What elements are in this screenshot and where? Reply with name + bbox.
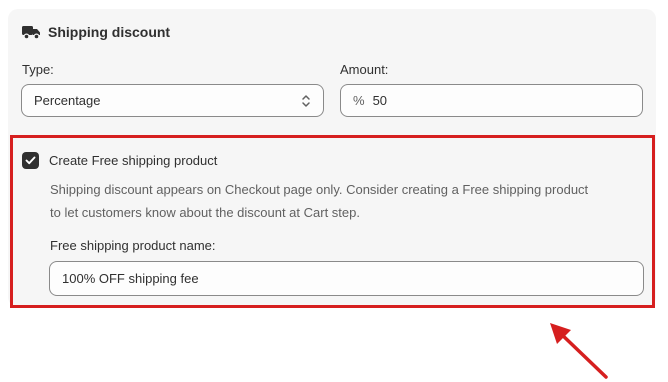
amount-input[interactable]: % 50 bbox=[340, 84, 643, 117]
truck-icon bbox=[22, 24, 42, 40]
free-shipping-help-text: Shipping discount appears on Checkout pa… bbox=[50, 178, 650, 224]
type-select-value: Percentage bbox=[34, 93, 101, 108]
free-shipping-name-label: Free shipping product name: bbox=[50, 238, 216, 253]
type-label: Type: bbox=[22, 62, 54, 77]
section-header: Shipping discount bbox=[22, 24, 170, 40]
help-line-2: to let customers know about the discount… bbox=[50, 205, 360, 220]
free-shipping-checkbox-label[interactable]: Create Free shipping product bbox=[49, 153, 217, 168]
amount-value: 50 bbox=[372, 93, 388, 108]
section-title: Shipping discount bbox=[48, 24, 171, 40]
free-shipping-name-value: 100% OFF shipping fee bbox=[62, 271, 199, 286]
amount-label: Amount: bbox=[340, 62, 389, 77]
free-shipping-name-input[interactable]: 100% OFF shipping fee bbox=[49, 261, 644, 296]
free-shipping-option[interactable]: Create Free shipping product bbox=[22, 152, 217, 169]
amount-prefix: % bbox=[353, 93, 365, 108]
annotation-arrow-icon bbox=[550, 323, 608, 379]
select-chevron-icon bbox=[301, 94, 311, 108]
help-line-1: Shipping discount appears on Checkout pa… bbox=[50, 182, 589, 197]
type-select[interactable]: Percentage bbox=[21, 84, 324, 117]
free-shipping-checkbox[interactable] bbox=[22, 152, 39, 169]
